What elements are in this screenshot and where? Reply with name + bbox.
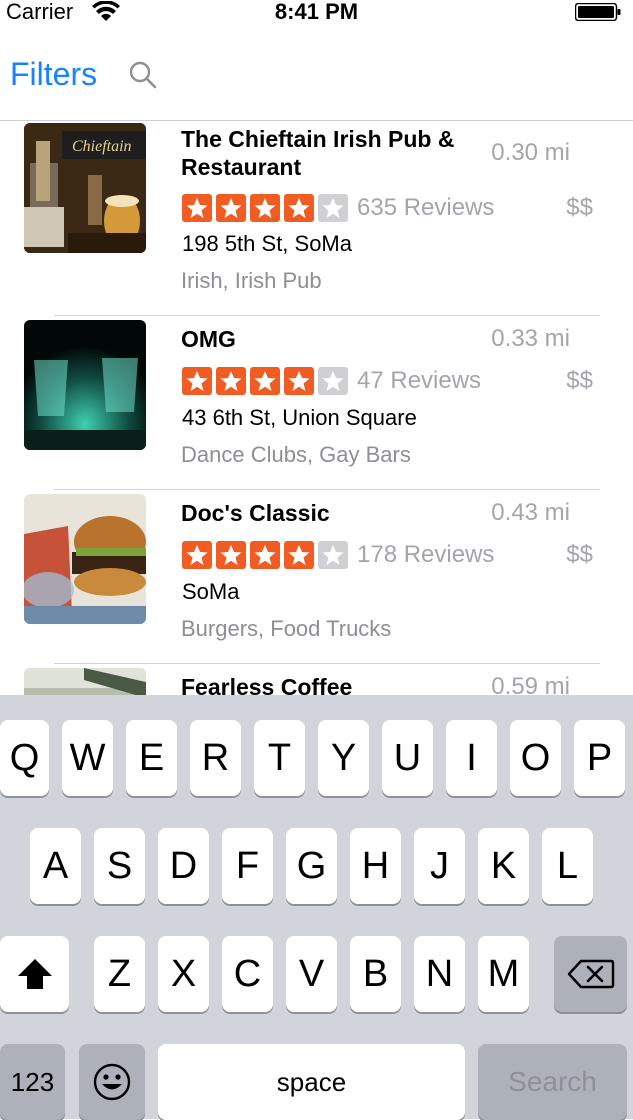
key-n[interactable]: N <box>414 936 465 1012</box>
key-p[interactable]: P <box>574 720 625 796</box>
shift-icon <box>17 959 52 989</box>
star-filled-icon <box>216 367 246 395</box>
business-name: OMG <box>181 326 236 352</box>
business-list[interactable]: Chieftain The Chieftain Irish Pub & Rest… <box>0 121 633 695</box>
business-thumbnail <box>24 668 146 695</box>
star-empty-icon <box>318 367 348 395</box>
key-r[interactable]: R <box>190 720 241 796</box>
numbers-key[interactable]: 123 <box>0 1044 65 1120</box>
business-thumbnail <box>24 320 146 450</box>
key-w[interactable]: W <box>62 720 113 796</box>
backspace-icon <box>567 959 614 989</box>
business-thumbnail: Chieftain <box>24 123 146 253</box>
list-item[interactable]: OMG 0.33 mi 47 Reviews $$ 43 6th St, Uni… <box>0 315 633 489</box>
review-count: 178 Reviews <box>357 541 495 568</box>
battery-icon <box>575 3 621 21</box>
star-filled-icon <box>250 541 280 569</box>
star-filled-icon <box>284 194 314 222</box>
navigation-bar: Filters <box>0 26 633 121</box>
business-distance: 0.43 mi <box>491 499 570 526</box>
business-distance: 0.33 mi <box>491 325 570 352</box>
star-rating <box>182 194 348 222</box>
business-distance: 0.59 mi <box>491 673 570 695</box>
star-filled-icon <box>182 541 212 569</box>
key-x[interactable]: X <box>158 936 209 1012</box>
key-y[interactable]: Y <box>318 720 369 796</box>
star-filled-icon <box>182 367 212 395</box>
business-categories: Irish, Irish Pub <box>181 268 322 293</box>
key-q[interactable]: Q <box>0 720 49 796</box>
key-b[interactable]: B <box>350 936 401 1012</box>
key-d[interactable]: D <box>158 828 209 904</box>
row-separator <box>54 315 600 316</box>
star-filled-icon <box>216 194 246 222</box>
key-m[interactable]: M <box>478 936 529 1012</box>
review-count: 635 Reviews <box>357 194 495 221</box>
key-l[interactable]: L <box>542 828 593 904</box>
star-empty-icon <box>318 541 348 569</box>
price-level: $$ <box>566 194 593 221</box>
key-u[interactable]: U <box>382 720 433 796</box>
business-name: Fearless Coffee <box>181 674 353 695</box>
star-empty-icon <box>318 194 348 222</box>
business-name: The Chieftain Irish Pub & Restaurant <box>181 126 455 180</box>
keyboard: Q W E R T Y U I O P A S D F G H J K L Z … <box>0 695 633 1120</box>
star-rating <box>182 541 348 569</box>
key-o[interactable]: O <box>510 720 561 796</box>
key-i[interactable]: I <box>446 720 497 796</box>
price-level: $$ <box>566 541 593 568</box>
key-c[interactable]: C <box>222 936 273 1012</box>
key-t[interactable]: T <box>254 720 305 796</box>
business-address: 198 5th St, SoMa <box>182 231 352 256</box>
star-filled-icon <box>250 367 280 395</box>
key-g[interactable]: G <box>286 828 337 904</box>
search-key[interactable]: Search <box>478 1044 627 1120</box>
business-categories: Burgers, Food Trucks <box>181 616 392 641</box>
star-filled-icon <box>182 194 212 222</box>
emoji-icon <box>93 1063 131 1101</box>
key-s[interactable]: S <box>94 828 145 904</box>
business-categories: Dance Clubs, Gay Bars <box>181 442 411 467</box>
business-thumbnail <box>24 494 146 624</box>
star-rating <box>182 367 348 395</box>
key-h[interactable]: H <box>350 828 401 904</box>
star-filled-icon <box>250 194 280 222</box>
business-distance: 0.30 mi <box>491 139 570 166</box>
thumbnail-logo-text: Chieftain <box>72 138 132 155</box>
key-z[interactable]: Z <box>94 936 145 1012</box>
business-address: 43 6th St, Union Square <box>182 405 417 430</box>
space-key[interactable]: space <box>158 1044 465 1120</box>
shift-key[interactable] <box>0 936 69 1012</box>
key-a[interactable]: A <box>30 828 81 904</box>
business-address: SoMa <box>182 579 240 604</box>
star-filled-icon <box>284 541 314 569</box>
clock: 8:41 PM <box>274 0 359 24</box>
filters-button[interactable]: Filters <box>10 54 97 94</box>
key-e[interactable]: E <box>126 720 177 796</box>
list-item[interactable]: Fearless Coffee 0.59 mi <box>0 663 633 695</box>
review-count: 47 Reviews <box>357 367 482 394</box>
key-j[interactable]: J <box>414 828 465 904</box>
key-k[interactable]: K <box>478 828 529 904</box>
row-separator <box>54 663 600 664</box>
search-icon[interactable] <box>128 60 158 90</box>
star-filled-icon <box>284 367 314 395</box>
list-item[interactable]: Doc's Classic 0.43 mi 178 Reviews $$ SoM… <box>0 489 633 663</box>
list-item[interactable]: Chieftain The Chieftain Irish Pub & Rest… <box>0 121 633 295</box>
price-level: $$ <box>566 367 593 394</box>
star-filled-icon <box>216 541 246 569</box>
key-v[interactable]: V <box>286 936 337 1012</box>
business-name: Doc's Classic <box>181 500 330 526</box>
emoji-key[interactable] <box>79 1044 145 1120</box>
delete-key[interactable] <box>554 936 627 1012</box>
key-f[interactable]: F <box>222 828 273 904</box>
status-bar: Carrier 8:41 PM <box>0 0 633 26</box>
row-separator <box>54 489 600 490</box>
